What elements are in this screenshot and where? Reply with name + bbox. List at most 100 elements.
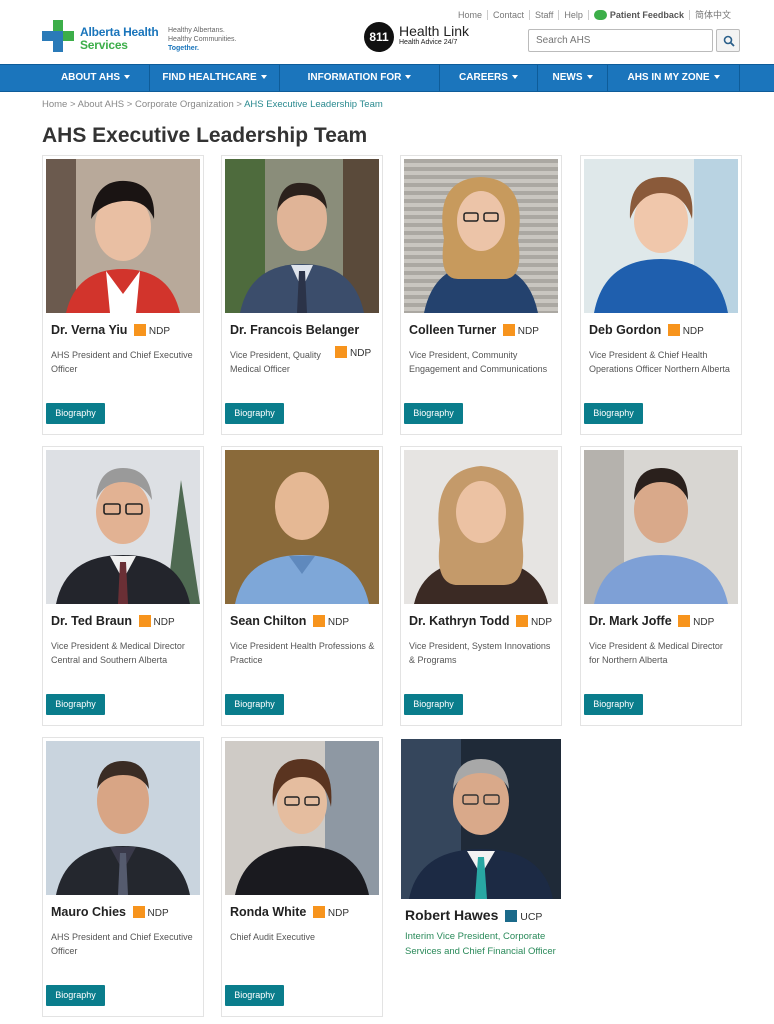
nav-ahs-in-my-zone[interactable]: AHS IN MY ZONE [608,65,740,91]
portrait-photo [404,159,558,313]
biography-button[interactable]: Biography [404,694,463,715]
chevron-down-icon [713,75,720,80]
biography-button[interactable]: Biography [225,403,284,424]
utility-links: Home Contact Staff Help Patient Feedback… [458,8,731,21]
leader-title: Vice President, Quality Medical Officer [230,350,321,374]
tagline: Healthy Albertans. Healthy Communities. … [168,27,237,52]
leader-name-row: Dr. Kathryn Todd NDP [409,613,561,631]
chevron-down-icon [260,75,267,80]
leader-card: Sean Chilton NDP Vice President Health P… [221,446,383,726]
party-badge: NDP [310,906,349,922]
leader-title: Vice President & Medical Director for No… [589,641,723,665]
patient-feedback-link[interactable]: Patient Feedback [593,9,684,20]
leader-card: Deb Gordon NDP Vice President & Chief He… [580,155,742,435]
leader-name-row: Dr. Mark Joffe NDP [589,613,741,631]
leader-card: Dr. Francois Belanger Vice President, Qu… [221,155,383,435]
party-badge: NDP [131,324,170,340]
portrait-photo [401,739,561,899]
nav-careers[interactable]: CAREERS [440,65,538,91]
biography-button[interactable]: Biography [584,694,643,715]
leader-title: Vice President & Medical Director Centra… [51,641,185,665]
biography-button[interactable]: Biography [46,985,105,1006]
portrait-photo [225,741,379,895]
chevron-down-icon [511,75,518,80]
biography-button[interactable]: Biography [584,403,643,424]
search-icon [723,35,735,47]
search-button[interactable] [716,29,740,52]
party-badge: NDP [665,324,704,340]
biography-button[interactable]: Biography [404,403,463,424]
biography-button[interactable]: Biography [225,985,284,1006]
portrait-photo [584,159,738,313]
portrait-photo [225,450,379,604]
nav-about-ahs[interactable]: ABOUT AHS [42,65,150,91]
healthlink-title[interactable]: Health Link [399,24,469,38]
leader-name-row: Dr. Verna Yiu NDP [51,322,203,340]
leader-card-featured: Robert Hawes UCP Interim Vice President,… [400,737,570,967]
leader-title: Vice President, System Innovations & Pro… [409,641,551,665]
chat-bubble-icon [593,9,607,20]
link-staff[interactable]: Staff [535,10,553,20]
biography-button[interactable]: Biography [225,694,284,715]
leader-card: Mauro Chies NDP AHS President and Chief … [42,737,204,1017]
breadcrumb-home[interactable]: Home [42,99,67,110]
leader-title: Chief Audit Executive [230,932,316,942]
party-badge: NDP [136,615,175,631]
chevron-down-icon [124,75,131,80]
page-title: AHS Executive Leadership Team [42,124,368,147]
portrait-photo [225,159,379,313]
leader-card: Dr. Verna Yiu NDP AHS President and Chie… [42,155,204,435]
search-input[interactable] [528,29,713,52]
leader-title: Vice President & Chief Health Operations… [589,350,730,374]
party-badge: UCP [502,910,542,923]
language-link[interactable]: 简体中文 [695,8,731,21]
leader-name-row: Robert Hawes UCP [405,907,543,923]
main-nav: ABOUT AHS FIND HEALTHCARE INFORMATION FO… [0,64,774,92]
leader-name-row: Deb Gordon NDP [589,322,741,340]
leader-name-row: Dr. Ted Braun NDP [51,613,203,631]
leader-title: AHS President and Chief Executive Office… [51,350,193,374]
breadcrumb-org[interactable]: Corporate Organization [135,99,234,110]
breadcrumb-about[interactable]: About AHS [78,99,124,110]
link-contact[interactable]: Contact [493,10,524,20]
party-badge: NDP [500,324,539,340]
party-badge: NDP [310,615,349,631]
leader-card: Colleen Turner NDP Vice President, Commu… [400,155,562,435]
portrait-photo [46,450,200,604]
nav-news[interactable]: NEWS [538,65,608,91]
portrait-photo [404,450,558,604]
portrait-photo [46,159,200,313]
link-help[interactable]: Help [564,10,583,20]
leader-name-row: Mauro Chies NDP [51,904,203,922]
leader-name-row: Colleen Turner NDP [409,322,561,340]
leader-card: Ronda White NDP Chief Audit Executive Bi… [221,737,383,1017]
ahs-logo-text[interactable]: Alberta Health Services [80,26,159,52]
portrait-photo [584,450,738,604]
nav-find-healthcare[interactable]: FIND HEALTHCARE [150,65,280,91]
biography-button[interactable]: Biography [46,694,105,715]
healthlink-subtitle: Health Advice 24/7 [399,39,458,46]
leader-title: Vice President, Community Engagement and… [409,350,548,374]
nav-information-for[interactable]: INFORMATION FOR [280,65,440,91]
party-badge: NDP [675,615,714,631]
link-home[interactable]: Home [458,10,482,20]
healthlink-811-icon[interactable]: 811 [364,22,394,52]
chevron-down-icon [586,75,593,80]
party-badge: NDP [130,906,169,922]
leader-name-row: Ronda White NDP [230,904,382,922]
leader-title: Interim Vice President, Corporate Servic… [405,931,556,957]
leader-name-row: Sean Chilton NDP [230,613,382,631]
leader-title: AHS President and Chief Executive Office… [51,932,193,956]
leader-name-row: Dr. Francois Belanger [230,323,360,337]
leader-card: Dr. Ted Braun NDP Vice President & Medic… [42,446,204,726]
site-header: Alberta Health Services Healthy Albertan… [0,0,774,64]
breadcrumb-current: AHS Executive Leadership Team [244,99,383,110]
leader-card: Dr. Mark Joffe NDP Vice President & Medi… [580,446,742,726]
leader-title: Vice President Health Professions & Prac… [230,641,375,665]
party-badge: NDP [332,346,371,359]
leader-card: Dr. Kathryn Todd NDP Vice President, Sys… [400,446,562,726]
party-badge: NDP [513,615,552,631]
biography-button[interactable]: Biography [46,403,105,424]
breadcrumb: Home > About AHS > Corporate Organizatio… [42,99,383,110]
ahs-logo-icon[interactable] [42,20,74,52]
